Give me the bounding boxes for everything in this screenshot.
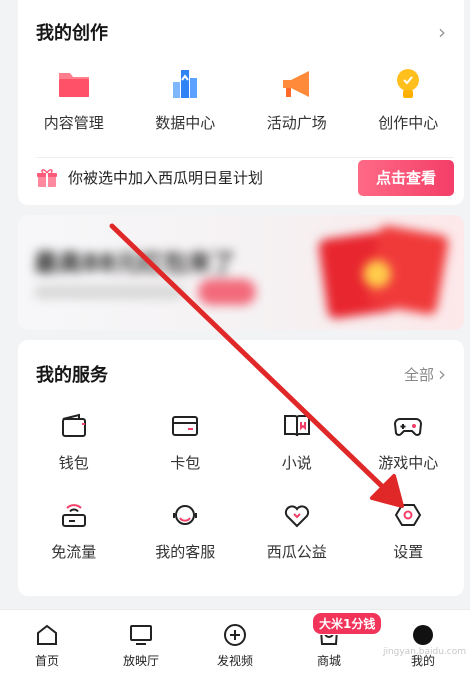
tab-label: 放映厅: [122, 654, 159, 668]
creation-item-creator-center[interactable]: 创作中心: [353, 64, 465, 140]
settings-hexagon-icon: [395, 504, 422, 526]
view-now-button[interactable]: 点击查看: [358, 159, 454, 196]
service-label: 我的客服: [155, 543, 216, 561]
service-charity[interactable]: 西瓜公益: [241, 499, 353, 562]
creation-item-activity-square[interactable]: 活动广场: [241, 64, 353, 140]
service-customer-support[interactable]: 我的客服: [130, 499, 242, 562]
service-settings[interactable]: 设置: [353, 499, 465, 562]
service-label: 西瓜公益: [266, 543, 327, 561]
mall-promo-badge: 大米1分钱: [312, 612, 383, 635]
service-label: 设置: [393, 543, 424, 561]
lightbulb-icon: [397, 69, 420, 98]
chevron-right-icon[interactable]: ›: [438, 22, 446, 42]
creation-item-label: 创作中心: [378, 114, 439, 132]
headset-icon: [173, 505, 198, 525]
services-card: 我的服务 全部 › 钱包 卡包 小说 游戏中心 免流量 我的客服 西瓜公益 设置: [18, 340, 464, 596]
card-icon: [172, 416, 199, 436]
creation-title: 我的创作: [36, 23, 108, 44]
service-label: 小说: [281, 454, 312, 472]
promo-title: 最高88元红包来了: [34, 249, 236, 277]
add-circle-icon: [224, 624, 246, 646]
folder-icon: [58, 73, 89, 97]
service-card-pack[interactable]: 卡包: [130, 410, 242, 473]
creation-item-label: 内容管理: [43, 114, 104, 132]
home-icon: [37, 624, 57, 645]
watermark: jingyan.baidu.com: [382, 647, 466, 657]
tab-mall[interactable]: 商城 大米1分钱: [282, 610, 383, 675]
service-label: 卡包: [170, 454, 201, 472]
tab-label: 发视频: [216, 654, 253, 668]
wallet-icon: [61, 413, 86, 437]
service-wallet[interactable]: 钱包: [18, 410, 130, 473]
wifi-router-icon: [61, 504, 86, 527]
service-free-data[interactable]: 免流量: [18, 499, 130, 562]
bar-chart-icon: [173, 70, 198, 98]
creation-item-content-management[interactable]: 内容管理: [18, 64, 130, 140]
coin-image: [363, 260, 391, 288]
creation-item-label: 活动广场: [266, 114, 327, 132]
creation-item-label: 数据中心: [155, 114, 216, 132]
promo-subtitle-placeholder: [34, 285, 184, 299]
tab-home[interactable]: 首页: [0, 610, 94, 675]
promo-button: [198, 279, 256, 305]
gift-icon: [37, 168, 57, 187]
tab-label: 首页: [34, 654, 59, 668]
service-label: 免流量: [51, 543, 97, 561]
services-title: 我的服务: [36, 365, 108, 386]
star-plan-banner[interactable]: 你被选中加入西瓜明日星计划 点击查看: [36, 157, 454, 197]
star-plan-text: 你被选中加入西瓜明日星计划: [68, 169, 264, 187]
gamepad-icon: [394, 418, 423, 436]
tab-post-video[interactable]: 发视频: [188, 610, 282, 675]
tab-me[interactable]: 我的: [376, 610, 470, 675]
megaphone-icon: [282, 71, 309, 97]
promo-banner[interactable]: 最高88元红包来了: [18, 215, 464, 330]
creation-header[interactable]: 我的创作 ›: [36, 18, 446, 46]
chevron-right-icon: ›: [438, 362, 446, 386]
service-label: 游戏中心: [378, 454, 439, 472]
creation-card: 我的创作 › 内容管理 数据中心 活动广场 创作中心 你被选中加入西瓜明日星计划…: [18, 0, 464, 205]
all-label: 全部: [403, 365, 434, 384]
service-label: 钱包: [58, 454, 89, 472]
heart-icon: [284, 505, 309, 528]
tab-label: 商城: [316, 654, 341, 668]
avatar-icon: [413, 625, 433, 645]
tab-cinema[interactable]: 放映厅: [94, 610, 188, 675]
service-game-center[interactable]: 游戏中心: [353, 410, 465, 473]
bottom-tab-bar: 首页 放映厅 发视频 商城 大米1分钱 我的 jingyan.baidu.com: [0, 609, 470, 675]
book-icon: [283, 415, 310, 437]
creation-item-data-center[interactable]: 数据中心: [130, 64, 242, 140]
tv-icon: [130, 625, 152, 645]
service-novel[interactable]: 小说: [241, 410, 353, 473]
services-all-link[interactable]: 全部 ›: [404, 364, 446, 385]
